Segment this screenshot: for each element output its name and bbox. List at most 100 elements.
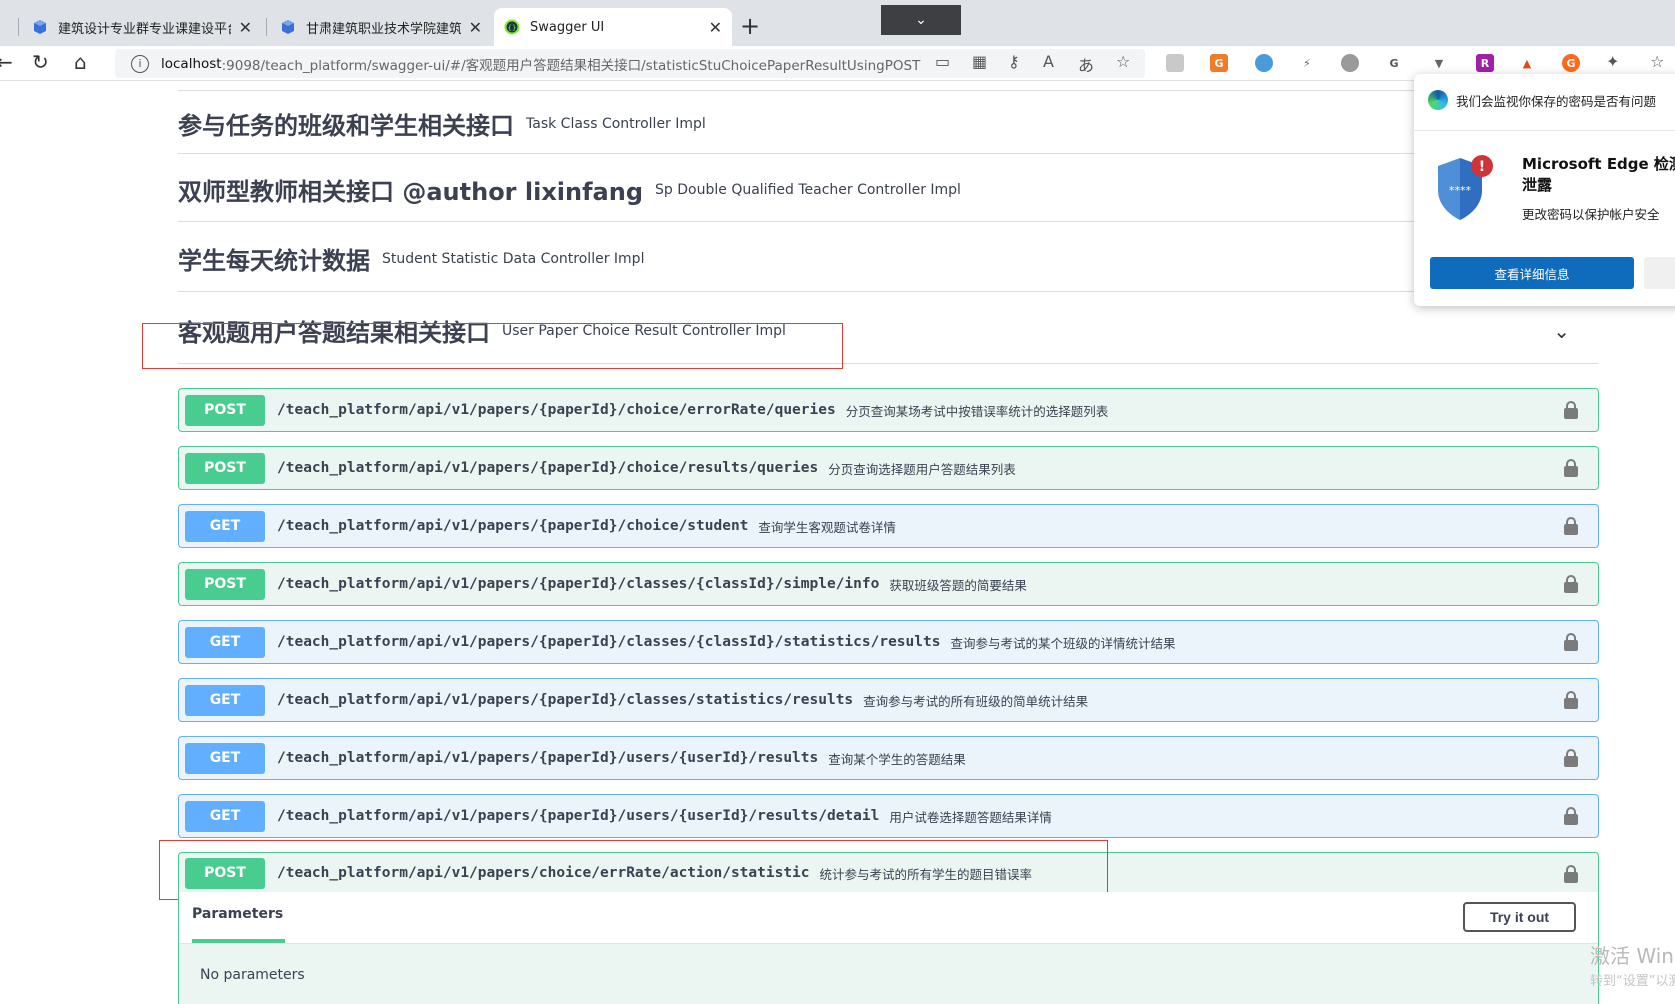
popup-header: 我们会监视你保存的密码是否有问题 — [1428, 90, 1656, 110]
tab-actions-button[interactable]: ⌄ — [881, 5, 961, 35]
annotation-highlight-box — [142, 323, 843, 369]
lock-icon[interactable] — [1564, 633, 1578, 651]
op-summary: 查询参与考试的某个班级的详情统计结果 — [950, 635, 1176, 651]
extension-icon[interactable]: R — [1476, 54, 1494, 72]
cube-icon — [282, 20, 294, 34]
url-field[interactable]: i localhost:9098/teach_platform/swagger-… — [115, 49, 1145, 78]
close-icon[interactable]: ✕ — [469, 18, 482, 37]
url-host: localhost — [161, 55, 222, 72]
device-icon[interactable]: ▭ — [935, 52, 950, 71]
try-it-out-button[interactable]: Try it out — [1463, 902, 1576, 932]
extension-icon[interactable] — [1166, 54, 1184, 72]
popup-title-line: Microsoft Edge 检测到 — [1522, 155, 1675, 173]
info-icon[interactable]: i — [131, 54, 149, 73]
close-icon[interactable]: ✕ — [239, 18, 252, 37]
tag-name: 双师型教师相关接口 @author lixinfang — [178, 178, 644, 206]
op-path: /teach_platform/api/v1/papers/{paperId}/… — [277, 460, 819, 476]
opblock-get[interactable]: GET /teach_platform/api/v1/papers/{paper… — [178, 678, 1599, 722]
op-summary: 获取班级答题的简要结果 — [889, 577, 1027, 593]
tab-parameters[interactable]: Parameters — [192, 906, 283, 922]
opblock-post[interactable]: POST /teach_platform/api/v1/papers/{pape… — [178, 446, 1599, 490]
extension-icon[interactable] — [1341, 54, 1359, 72]
lock-icon[interactable] — [1564, 459, 1578, 477]
extension-icon[interactable]: G — [1385, 54, 1403, 72]
method-badge: GET — [185, 510, 265, 542]
method-badge: GET — [185, 742, 265, 774]
method-badge: POST — [185, 568, 265, 600]
method-badge: POST — [185, 452, 265, 484]
popup-title: Microsoft Edge 检测到 泄露 — [1522, 154, 1675, 196]
extension-icon[interactable]: ▼ — [1430, 54, 1448, 72]
tag-section-double-teacher[interactable]: 双师型教师相关接口 @author lixinfang Sp Double Qu… — [178, 158, 1598, 222]
lock-icon[interactable] — [1564, 575, 1578, 593]
op-path: /teach_platform/api/v1/papers/{paperId}/… — [277, 692, 854, 708]
extension-icon[interactable]: G — [1210, 54, 1228, 72]
extension-icon[interactable]: ⚡ — [1298, 54, 1316, 72]
svg-text:!: ! — [1479, 159, 1485, 175]
tag-description: Task Class Controller Impl — [526, 115, 706, 132]
op-summary: 分页查询选择题用户答题结果列表 — [828, 461, 1016, 477]
method-badge: GET — [185, 626, 265, 658]
lock-icon[interactable] — [1564, 749, 1578, 767]
op-summary: 查询学生客观题试卷详情 — [758, 519, 896, 535]
home-icon[interactable]: ⌂ — [74, 50, 87, 74]
password-monitor-popup: 我们会监视你保存的密码是否有问题 **** ! Microsoft Edge 检… — [1414, 74, 1675, 306]
svg-text:****: **** — [1449, 184, 1472, 197]
back-icon[interactable]: ← — [0, 50, 13, 74]
refresh-icon[interactable]: ↻ — [32, 50, 49, 74]
lock-icon[interactable] — [1564, 401, 1578, 419]
dismiss-button[interactable] — [1644, 257, 1675, 289]
tag-section-student-statistic[interactable]: 学生每天统计数据 Student Statistic Data Controll… — [178, 226, 1598, 292]
key-icon[interactable]: ⚷ — [1008, 52, 1020, 71]
read-aloud-icon[interactable]: A — [1043, 52, 1054, 71]
extension-icon[interactable]: ▲ — [1518, 54, 1536, 72]
tab-2[interactable]: 甘肃建筑职业技术学院建筑设计专业群专业课建设平台 ✕ — [270, 8, 492, 46]
favorites-icon[interactable]: ☆ — [1650, 52, 1664, 71]
tab-title: 建筑设计专业群专业课建设平台 — [58, 21, 231, 37]
opblock-get[interactable]: GET /teach_platform/api/v1/papers/{paper… — [178, 504, 1599, 548]
chevron-down-icon[interactable]: ⌄ — [1553, 319, 1570, 343]
annotation-highlight-box — [159, 840, 1108, 900]
extensions-puzzle-icon[interactable]: ✦ — [1606, 52, 1619, 71]
popup-title-line: 泄露 — [1522, 176, 1553, 194]
opblock-get[interactable]: GET /teach_platform/api/v1/papers/{paper… — [178, 620, 1599, 664]
lock-icon[interactable] — [1564, 807, 1578, 825]
tag-name: 学生每天统计数据 — [178, 247, 370, 275]
shield-warning-icon: **** ! — [1438, 155, 1493, 220]
tag-section-task-class[interactable]: 参与任务的班级和学生相关接口 Task Class Controller Imp… — [178, 94, 1598, 154]
op-path: /teach_platform/api/v1/papers/{paperId}/… — [277, 808, 880, 824]
op-summary: 用户试卷选择题答题结果详情 — [889, 809, 1052, 825]
op-summary: 查询参与考试的所有班级的简单统计结果 — [863, 693, 1089, 709]
op-summary: 分页查询某场考试中按错误率统计的选择题列表 — [845, 403, 1109, 419]
lock-icon[interactable] — [1564, 517, 1578, 535]
method-badge: GET — [185, 684, 265, 716]
favorite-add-icon[interactable]: ☆ — [1116, 52, 1130, 71]
apps-icon[interactable]: ▦ — [972, 52, 987, 71]
op-path: /teach_platform/api/v1/papers/{paperId}/… — [277, 402, 836, 418]
no-parameters-text: No parameters — [200, 967, 305, 983]
activation-watermark: 激活 Windows — [1590, 944, 1675, 968]
divider — [178, 90, 1598, 91]
chevron-down-icon: ⌄ — [915, 12, 927, 28]
tab-separator — [266, 18, 267, 36]
extension-icon[interactable] — [1255, 54, 1273, 72]
view-details-button[interactable]: 查看详细信息 — [1430, 257, 1634, 289]
activation-watermark-sub: 转到“设置”以激活 — [1590, 974, 1675, 989]
opblock-post[interactable]: POST /teach_platform/api/v1/papers/{pape… — [178, 562, 1599, 606]
lock-icon[interactable] — [1564, 865, 1578, 883]
translate-icon[interactable]: あ — [1078, 52, 1094, 76]
edge-logo-icon — [1428, 90, 1448, 110]
close-icon[interactable]: ✕ — [709, 18, 722, 37]
opblock-post[interactable]: POST /teach_platform/api/v1/papers/{pape… — [178, 388, 1599, 432]
method-badge: POST — [185, 394, 265, 426]
tab-1[interactable]: 建筑设计专业群专业课建设平台 ✕ — [22, 8, 262, 46]
lock-icon[interactable] — [1564, 691, 1578, 709]
extension-icon[interactable]: G — [1562, 54, 1580, 72]
opblock-get[interactable]: GET /teach_platform/api/v1/papers/{paper… — [178, 736, 1599, 780]
tag-name: 参与任务的班级和学生相关接口 — [178, 112, 514, 140]
browser-tab-bar: 建筑设计专业群专业课建设平台 ✕ 甘肃建筑职业技术学院建筑设计专业群专业课建设平… — [0, 0, 1675, 46]
tab-swagger-ui[interactable]: {} Swagger UI ✕ — [494, 8, 732, 46]
opblock-get[interactable]: GET /teach_platform/api/v1/papers/{paper… — [178, 794, 1599, 838]
tag-description: Student Statistic Data Controller Impl — [382, 250, 645, 267]
new-tab-button[interactable]: + — [740, 12, 760, 40]
